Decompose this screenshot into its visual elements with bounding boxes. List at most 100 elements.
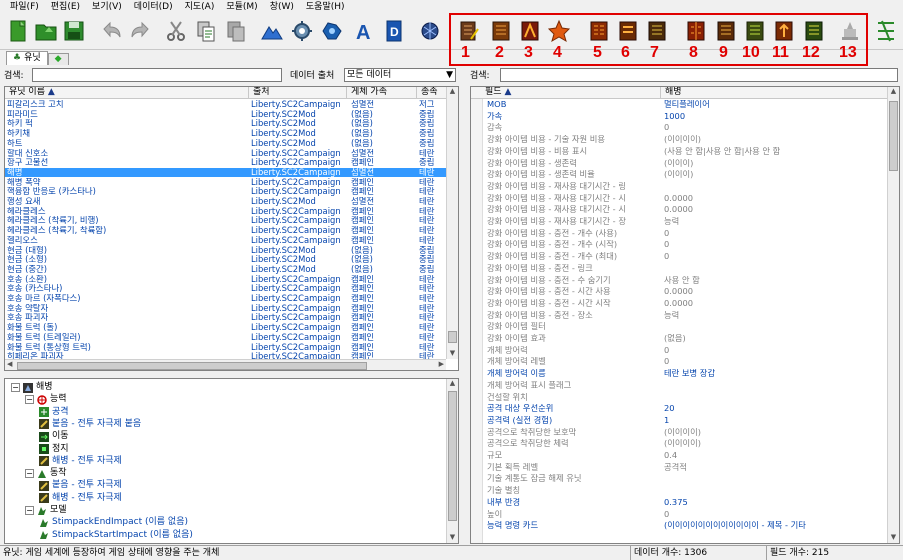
table-row[interactable]: 하트 Liberty.SC2Mod (없음) 중립 [5,139,446,148]
table-row[interactable]: 피갈리스크 고치 Liberty.SC2Campaign 섬멸전 저그 [5,100,446,109]
table-row[interactable]: 하키 퍽 Liberty.SC2Mod (없음) 중립 [5,119,446,128]
menu-item[interactable]: 지도(A) [179,0,221,14]
data-edit-tool-5-icon[interactable] [585,17,613,45]
data-source-select[interactable]: 모든 데이터 ▼ [344,67,456,82]
field-row[interactable]: 강화 아이템 비용 - 재사용 대기시간 - 장 능력 [471,217,899,226]
column-header-family[interactable]: 게체 가족 [347,87,417,99]
table-row[interactable]: 항구 고물선 Liberty.SC2Campaign 캠페인 중립 [5,158,446,167]
import-editor-icon[interactable]: D [380,17,408,45]
table-row[interactable]: 해병 Liberty.SC2Campaign 섬멸전 테란 [5,167,446,177]
table-row[interactable]: 호송 (카스타나) Liberty.SC2Campaign 캠페인 테란 [5,284,446,293]
field-row[interactable]: 공격으로 착취당한 체력 (이이이이) [471,439,899,448]
data-edit-tool-13-icon[interactable] [836,17,864,45]
tree-item[interactable]: 붙음 - 전투 자극제 [39,479,122,492]
ai-editor-icon[interactable] [416,17,444,45]
field-row[interactable]: 강화 아이템 비용 - 충전 - 개수 (사용) 0 [471,229,899,238]
open-file-icon[interactable] [32,17,60,45]
field-row[interactable]: 강화 아이템 비용 - 생존력 (이이이) [471,159,899,168]
table-row[interactable]: 현금 (중간) Liberty.SC2Mod (없음) 중립 [5,265,446,274]
text-editor-icon[interactable]: A [350,17,378,45]
tree-item[interactable]: 붙음 - 전투 자극제 붙음 [39,418,141,431]
field-row[interactable]: 공격 대상 우선순위 20 [471,404,899,413]
table-row[interactable]: 헬리오스 Liberty.SC2Campaign 캠페인 테란 [5,236,446,245]
field-row[interactable]: 강화 아이템 비용 - 재사용 대기시간 - 링 [471,182,899,191]
column-header-source[interactable]: 출처 [249,87,347,99]
field-row[interactable]: 강화 아이템 비용 - 기술 자원 비용 (이이이이) [471,135,899,144]
tree-item[interactable]: StimpackEndImpact (이름 없음) [39,516,188,529]
menu-item[interactable]: 모듈(M) [220,0,263,14]
data-edit-tool-10-icon[interactable] [741,17,769,45]
table-row[interactable]: 하키채 Liberty.SC2Mod (없음) 중립 [5,129,446,138]
field-row[interactable]: 개체 방어력 0 [471,346,899,355]
table-row[interactable]: 호송 (소환) Liberty.SC2Campaign 캠페인 테란 [5,275,446,284]
data-edit-tool-6-icon[interactable] [614,17,642,45]
tree-item[interactable]: 이동 [39,430,69,443]
data-editor-icon[interactable] [318,17,346,45]
data-edit-tool-1-icon[interactable] [455,17,483,45]
table-row[interactable]: 할대 신호소 Liberty.SC2Campaign 섬멸전 테란 [5,149,446,158]
data-edit-tool-2-icon[interactable] [487,17,515,45]
field-row[interactable]: 공격력 (실전 경험) 1 [471,416,899,425]
trigger-editor-icon[interactable] [288,17,316,45]
field-row[interactable]: 기술 계통도 잠금 해제 유닛 [471,474,899,483]
field-row[interactable]: 기술 별칭 [471,486,899,495]
field-row[interactable]: 강화 아이템 효과 (없음) [471,334,899,343]
copy-icon[interactable] [192,17,220,45]
field-row[interactable]: 개체 방어력 레벨 0 [471,357,899,366]
table-row[interactable]: 화물 트럭 (돌) Liberty.SC2Campaign 캠페인 테란 [5,323,446,332]
data-edit-tool-3-icon[interactable] [516,17,544,45]
field-row[interactable]: 내부 반경 0.375 [471,498,899,507]
unit-list-scrollbar[interactable]: ▲ ▼ [446,87,458,359]
data-edit-tool-7-icon[interactable] [643,17,671,45]
menu-item[interactable]: 파일(F) [4,0,45,14]
field-row[interactable]: 능력 명령 카드 (이이이이이이이이이이이이 - 제목 - 기타 [471,521,899,530]
field-row[interactable]: 공격으로 착취당한 보호막 (이이이이) [471,428,899,437]
field-row[interactable]: 가속 1000 [471,112,899,121]
paste-icon[interactable] [222,17,250,45]
field-row[interactable]: 기본 획득 레벨 공격적 [471,463,899,472]
field-row[interactable]: 강화 아이템 비용 - 충전 - 링크 [471,264,899,273]
field-row[interactable]: MOB 멀티플레이어 [471,100,899,109]
table-row[interactable]: 피라미드 Liberty.SC2Mod (없음) 중립 [5,110,446,119]
table-row[interactable]: 화물 트럭 (트레일러) Liberty.SC2Campaign 캠페인 테란 [5,333,446,342]
table-row[interactable]: 화물 트럭 (통상형 트럭) Liberty.SC2Campaign 캠페인 테란 [5,343,446,352]
table-row[interactable]: 헤라클레스 Liberty.SC2Campaign 캠페인 테란 [5,207,446,216]
new-file-icon[interactable] [4,17,32,45]
field-row[interactable]: 강화 아이템 비용 - 생존력 비율 (이이이) [471,170,899,179]
field-row[interactable]: 감속 0 [471,123,899,132]
collapse-icon[interactable]: − [11,383,20,392]
table-row[interactable]: 헤라클레스 (착륙기, 비행) Liberty.SC2Campaign 캠페인 테란 [5,216,446,225]
tree-item[interactable]: − 모델 [25,504,67,517]
tree-item[interactable]: − 해병 [11,381,53,394]
tree-item[interactable]: − 능력 [25,393,67,406]
collapse-icon[interactable]: − [25,506,34,515]
field-search-input[interactable] [500,67,898,82]
save-icon[interactable] [60,17,88,45]
field-row[interactable]: 강화 아이템 비용 - 재사용 대기시간 - 시 0.0000 [471,194,899,203]
table-row[interactable]: 호송 약탈자 Liberty.SC2Campaign 캠페인 테란 [5,304,446,313]
tree-scrollbar[interactable]: ▲ ▼ [446,379,458,543]
table-row[interactable]: 현금 (대형) Liberty.SC2Mod (없음) 중립 [5,246,446,255]
table-row[interactable]: 호송 파괴자 Liberty.SC2Campaign 캠페인 테란 [5,313,446,322]
tree-item[interactable]: 정지 [39,443,69,456]
menu-item[interactable]: 창(W) [264,0,300,14]
redo-icon[interactable] [126,17,154,45]
column-header-race[interactable]: 종족 [417,87,447,99]
table-row[interactable]: 행성 요새 Liberty.SC2Mod 섬멸전 테란 [5,197,446,206]
data-edit-tool-9-icon[interactable] [712,17,740,45]
tree-item[interactable]: StimpackStartImpact (이름 없음) [39,529,193,542]
table-row[interactable]: 현금 (소형) Liberty.SC2Mod (없음) 중립 [5,255,446,264]
tree-item[interactable]: 해병 - 전투 자극제 [39,492,122,505]
field-row[interactable]: 규모 0.4 [471,451,899,460]
field-row[interactable]: 강화 아이템 비용 - 재사용 대기시간 - 시 0.0000 [471,205,899,214]
field-row[interactable]: 강화 아이템 비용 - 충전 - 장소 능력 [471,311,899,320]
field-row[interactable]: 개체 방어력 이름 테란 보병 장갑 [471,369,899,378]
data-edit-tool-11-icon[interactable] [770,17,798,45]
tree-item[interactable]: − 동작 [25,467,67,480]
menu-item[interactable]: 보기(V) [86,0,128,14]
field-row[interactable]: 강화 아이템 비용 - 충전 - 수 숨기기 사용 안 함 [471,276,899,285]
trigger-tool-icon[interactable] [872,17,900,45]
table-row[interactable]: 호송 마르 (자폭다스) Liberty.SC2Campaign 캠페인 테란 [5,294,446,303]
undo-icon[interactable] [98,17,126,45]
column-header-value[interactable]: 해병 [661,87,889,99]
